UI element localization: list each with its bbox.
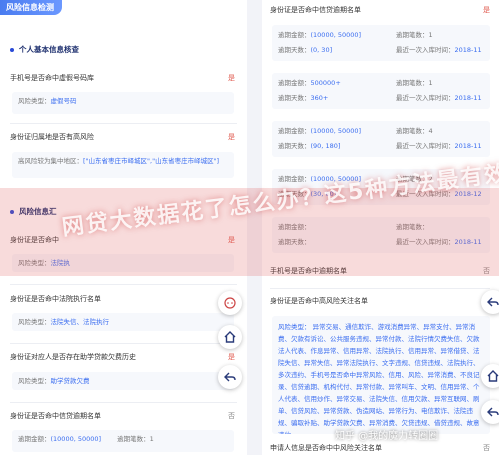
divider [10,343,237,344]
overdue-record: 逾期金额：500000+ 逾期笔数：1 逾期天数：360+ 最近一次入库时间：201… [272,73,490,109]
divider [270,288,490,289]
divider [10,123,237,124]
home-icon [224,331,236,343]
question-high-risk-list: 身份证是否命中高风险关注名单是 [270,297,490,305]
back-button-right-2[interactable] [481,400,499,424]
question-student-loan: 身份证对应人是否存在助学贷款欠费历史是 [10,353,235,361]
overdue-record: 逾期金额：(10000, 50000] 逾期笔数：1 逾期天数：(0, 30] 最近… [272,25,490,61]
customer-service-button[interactable] [218,291,242,315]
answer-box-credit-overdue: 逾期金额：(10000, 50000] 逾期笔数：1 [12,430,234,452]
answer-box-id-region: 高风险较为集中地区：["山东省枣庄市峄城区","山东省枣庄市峄城区"] [12,152,234,178]
back-arrow-icon [487,407,499,417]
question-id-region: 身份证归属地是否有高风险是 [10,133,235,141]
question-credit-overdue-right: 身份证是否命中信贷逾期名单是 [270,6,490,14]
question-medium-risk-list: 申请人信息是否命中中风险关注名单否 [270,444,490,452]
section-title-basic: 个人基本信息核查 [10,44,79,55]
back-arrow-icon [487,297,499,307]
watermark: 知乎 @我的魔力转圈圈 [335,431,439,442]
risk-detection-header: 风险信息检测 [0,0,62,15]
risk-types-box: 风险类型： 异常交易、通信欺诈、游戏消费异常、异常支付、异常消费、欠款有诉讼、公… [272,316,490,434]
back-button[interactable] [218,365,242,389]
answer-box-phone-fake: 风险类型：虚假号码 [12,92,234,114]
home-icon [487,370,499,382]
headset-icon [224,297,236,309]
question-phone-fake: 手机号是否命中虚假号码库是 [10,74,235,82]
home-button[interactable] [218,325,242,349]
home-button-right[interactable] [481,364,499,388]
answer-box-student-loan: 风险类型：助学贷款欠费 [12,372,234,390]
overdue-record: 逾期金额：(10000, 50000] 逾期笔数：4 逾期天数：(90, 180]… [272,121,490,157]
divider [10,284,237,285]
question-credit-overdue: 身份证是否命中信贷逾期名单否 [10,412,235,420]
back-button-right[interactable] [481,290,499,314]
question-court-exec: 身份证是否命中法院执行名单是 [10,295,235,303]
answer-box-court-exec: 风险类型：法院失信、法院执行 [12,313,234,331]
back-arrow-icon [224,372,236,382]
divider [10,402,237,403]
bullet-icon [10,48,14,52]
